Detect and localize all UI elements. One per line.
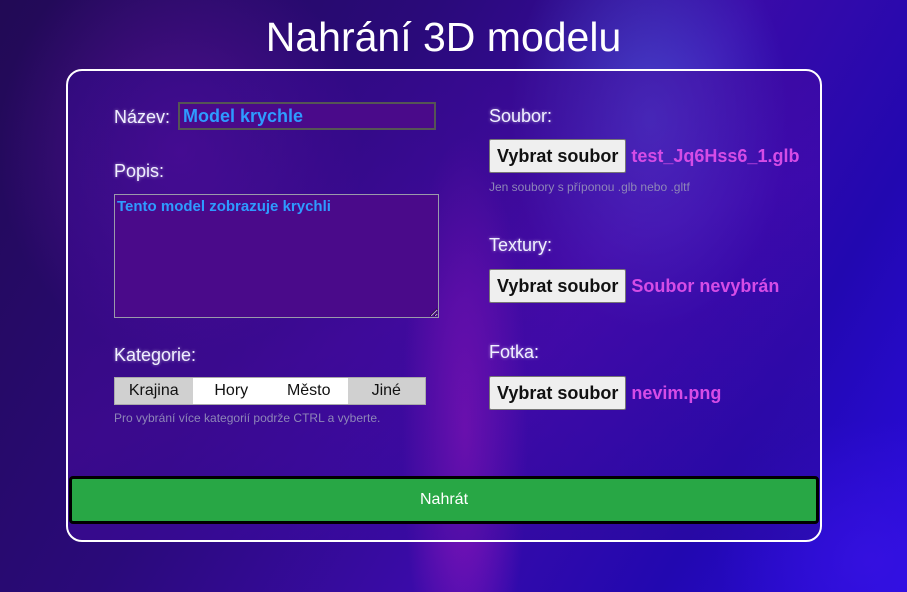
file-label: Soubor: (489, 106, 553, 126)
textures-select-button[interactable]: Vybrat soubor (489, 269, 627, 303)
textures-file-name: Soubor nevybrán (631, 275, 780, 296)
photo-label: Fotka: (489, 342, 540, 362)
file-hint: Jen soubory s příponou .glb nebo .gltf (489, 180, 690, 194)
category-option-jine[interactable]: Jiné (347, 378, 425, 404)
photo-picker: Vybrat soubor nevim.png (489, 376, 721, 410)
file-picker: Vybrat soubor test_Jq6Hss6_1.glb (489, 139, 799, 173)
file-select-button[interactable]: Vybrat soubor (489, 139, 627, 173)
name-label: Název: (114, 107, 171, 127)
name-input[interactable] (178, 102, 436, 130)
photo-select-button[interactable]: Vybrat soubor (489, 376, 627, 410)
textures-picker: Vybrat soubor Soubor nevybrán (489, 269, 779, 303)
page-title: Nahrání 3D modelu (265, 14, 622, 60)
category-option-mesto[interactable]: Město (270, 378, 348, 404)
category-option-hory[interactable]: Hory (193, 378, 271, 404)
upload-form: Název: Popis: Tento model zobrazuje kryc… (66, 69, 822, 542)
category-hint: Pro vybrání více kategorií podrže CTRL a… (114, 411, 381, 425)
category-option-krajina[interactable]: Krajina (115, 378, 193, 404)
upload-submit-button[interactable]: Nahrát (69, 476, 819, 524)
file-name: test_Jq6Hss6_1.glb (631, 145, 800, 166)
photo-file-name: nevim.png (631, 382, 722, 403)
category-multiselect[interactable]: Krajina Hory Město Jiné (114, 377, 426, 405)
category-label: Kategorie: (114, 345, 197, 365)
textures-label: Textury: (489, 235, 553, 255)
description-textarea[interactable]: Tento model zobrazuje krychli (114, 194, 439, 318)
description-label: Popis: (114, 161, 165, 181)
